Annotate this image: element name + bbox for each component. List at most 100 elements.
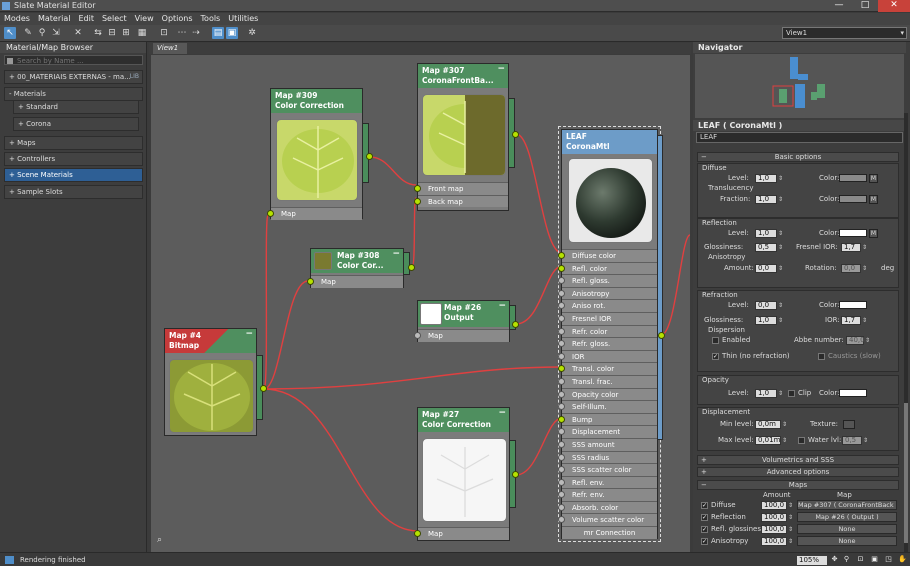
input-port[interactable] bbox=[558, 516, 565, 524]
thin-checkbox[interactable]: ✓ bbox=[712, 353, 719, 360]
opacity-level-spinner[interactable]: 1,0 bbox=[755, 389, 777, 398]
leaf-output-port[interactable] bbox=[658, 332, 665, 339]
input-port[interactable] bbox=[414, 332, 421, 339]
dispersion-enabled-checkbox[interactable] bbox=[712, 337, 719, 344]
leaf-slot[interactable]: Refr. env. bbox=[558, 488, 657, 501]
collapse-icon[interactable]: − bbox=[392, 249, 400, 259]
menu-edit[interactable]: Edit bbox=[74, 13, 98, 25]
maximize-button[interactable]: □ bbox=[852, 0, 878, 12]
input-port[interactable] bbox=[558, 377, 565, 385]
material-name-field[interactable]: LEAF bbox=[696, 132, 903, 143]
map-enable-checkbox[interactable]: ✓ bbox=[701, 502, 708, 509]
refr-level-spinner[interactable]: 0,0 bbox=[755, 301, 777, 310]
tab-view1[interactable]: View1 bbox=[153, 43, 187, 54]
rollout-maps[interactable]: − Maps bbox=[697, 480, 899, 490]
leaf-slot[interactable]: Refr. color bbox=[558, 324, 657, 338]
spinner-arrows-icon[interactable]: ⇕ bbox=[788, 501, 795, 510]
spinner-arrows-icon[interactable]: ⇕ bbox=[778, 174, 785, 183]
spinner-arrows-icon[interactable]: ⇕ bbox=[778, 316, 785, 325]
input-port[interactable] bbox=[558, 264, 565, 272]
refl-gloss-spinner[interactable]: 0,5 bbox=[755, 243, 777, 252]
collapse-icon[interactable]: − bbox=[498, 408, 506, 418]
input-port[interactable] bbox=[558, 289, 565, 297]
leaf-slot[interactable]: SSS radius bbox=[558, 450, 657, 464]
search-options-icon[interactable] bbox=[7, 58, 13, 64]
map-slot-button[interactable]: Map #307 ( CoronaFrontBack ) bbox=[797, 500, 897, 510]
leaf-slot[interactable]: Fresnel IOR bbox=[558, 311, 657, 325]
node-leaf-material[interactable]: LEAF CoronaMtl Diffuse color Refl. color Re… bbox=[558, 126, 661, 542]
hand-icon[interactable]: ✋ bbox=[898, 555, 907, 564]
map-enable-checkbox[interactable]: ✓ bbox=[701, 538, 708, 545]
rollout-volumetrics[interactable]: + Volumetrics and SSS bbox=[697, 455, 899, 465]
parameter-editor-icon[interactable]: ⇢ bbox=[190, 27, 202, 39]
spinner-arrows-icon[interactable]: ⇕ bbox=[778, 243, 785, 252]
input-port[interactable] bbox=[558, 491, 565, 499]
zoom-field[interactable]: 105% bbox=[797, 556, 827, 565]
input-port[interactable] bbox=[558, 503, 565, 511]
rollout-advanced[interactable]: + Advanced options bbox=[697, 467, 899, 477]
show-map-icon[interactable]: ▦ bbox=[136, 27, 148, 39]
input-port[interactable] bbox=[558, 466, 565, 474]
leaf-slot[interactable]: Refl. color bbox=[558, 261, 657, 275]
navigator-view[interactable] bbox=[695, 54, 904, 118]
node-27-slot-map[interactable]: Map bbox=[414, 527, 509, 540]
navigator-toggle-icon[interactable]: ▣ bbox=[226, 27, 238, 39]
input-port[interactable] bbox=[558, 415, 565, 423]
node-307-output-port[interactable] bbox=[512, 131, 519, 138]
minimize-button[interactable]: — bbox=[826, 0, 852, 12]
menu-material[interactable]: Material bbox=[34, 13, 75, 25]
leaf-slot[interactable]: Volume scatter color bbox=[558, 513, 657, 527]
refl-map-button[interactable]: M bbox=[869, 229, 878, 238]
map-amount-spinner[interactable]: 100,0 bbox=[761, 525, 787, 534]
aniso-rotation-spinner[interactable]: 0,0 bbox=[841, 264, 861, 273]
params-scrollbar[interactable] bbox=[904, 113, 908, 552]
zoom-extents-icon[interactable]: ▣ bbox=[870, 555, 879, 564]
material-map-browser-icon[interactable]: ⋯ bbox=[176, 27, 188, 39]
map-slot-button[interactable]: Map #26 ( Output ) bbox=[797, 512, 897, 522]
node-26-output-port[interactable] bbox=[512, 321, 519, 328]
leaf-slot[interactable]: Refl. env. bbox=[558, 475, 657, 489]
max-level-spinner[interactable]: 0,01m bbox=[755, 436, 781, 445]
input-port[interactable] bbox=[267, 210, 274, 217]
input-port[interactable] bbox=[558, 302, 565, 310]
aniso-amount-spinner[interactable]: 0,0 bbox=[755, 264, 777, 273]
map-amount-spinner[interactable]: 100,0 bbox=[761, 501, 787, 510]
spinner-arrows-icon[interactable]: ⇕ bbox=[862, 264, 869, 273]
map-enable-checkbox[interactable]: ✓ bbox=[701, 514, 708, 521]
map-amount-spinner[interactable]: 100,0 bbox=[761, 513, 787, 522]
pan-icon[interactable]: ✥ bbox=[830, 555, 839, 564]
leaf-slot[interactable]: Absorb. color bbox=[558, 500, 657, 514]
node-309-slot-map[interactable]: Map bbox=[267, 207, 362, 220]
collapse-icon[interactable]: − bbox=[497, 64, 505, 74]
spinner-arrows-icon[interactable]: ⇕ bbox=[778, 229, 785, 238]
zoom-extents-selected-icon[interactable]: ◳ bbox=[884, 555, 893, 564]
diffuse-map-button[interactable]: M bbox=[869, 174, 878, 183]
spinner-arrows-icon[interactable]: ⇕ bbox=[862, 243, 869, 252]
node-309-output-port[interactable] bbox=[366, 153, 373, 160]
input-port[interactable] bbox=[558, 277, 565, 285]
spinner-arrows-icon[interactable]: ⇕ bbox=[778, 389, 785, 398]
view-dropdown[interactable]: View1 bbox=[782, 27, 907, 39]
transl-color-swatch[interactable] bbox=[839, 195, 867, 203]
map-slot-button[interactable]: None bbox=[797, 524, 897, 534]
map-enable-checkbox[interactable]: ✓ bbox=[701, 526, 708, 533]
input-port[interactable] bbox=[558, 352, 565, 360]
input-port[interactable] bbox=[558, 478, 565, 486]
assign-material-icon[interactable]: ⇲ bbox=[50, 27, 62, 39]
spinner-arrows-icon[interactable]: ⇕ bbox=[778, 301, 785, 310]
node-view[interactable]: Map #309 Color Correction Map Map #307 Cor… bbox=[151, 55, 690, 552]
select-by-material-icon[interactable]: ▤ bbox=[212, 27, 224, 39]
spinner-arrows-icon[interactable]: ⇕ bbox=[782, 420, 789, 429]
refr-color-swatch[interactable] bbox=[839, 301, 867, 309]
water-level-checkbox[interactable] bbox=[798, 437, 805, 444]
leaf-slot[interactable]: Diffuse color bbox=[558, 249, 657, 262]
collapse-icon[interactable]: − bbox=[245, 329, 253, 339]
leaf-slot[interactable]: Opacity color bbox=[558, 387, 657, 401]
search-input[interactable] bbox=[5, 57, 142, 65]
node-map-308[interactable]: Map #308 Color Cor... − Map bbox=[307, 248, 404, 288]
input-port[interactable] bbox=[558, 327, 565, 335]
map-amount-spinner[interactable]: 100,0 bbox=[761, 537, 787, 546]
opacity-color-swatch[interactable] bbox=[839, 389, 867, 397]
browser-row-maps[interactable]: + Maps bbox=[4, 136, 143, 150]
node-307-slot-front[interactable]: Front map bbox=[414, 182, 508, 195]
